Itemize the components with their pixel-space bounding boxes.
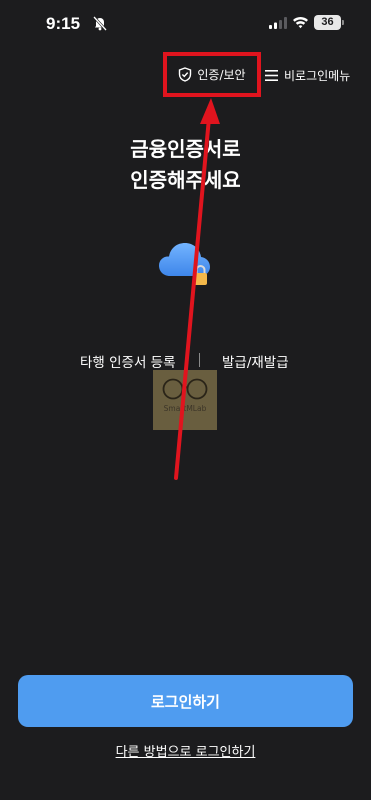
glasses-icon xyxy=(162,378,208,400)
status-bar: 9:15 36 xyxy=(0,0,371,46)
shield-check-icon xyxy=(179,67,192,82)
alternate-login-link[interactable]: 다른 방법으로 로그인하기 xyxy=(0,741,371,760)
bell-off-icon xyxy=(93,16,107,31)
auth-security-label: 인증/보안 xyxy=(197,68,246,82)
link-divider xyxy=(199,353,200,367)
register-other-bank-cert-link[interactable]: 타행 인증서 등록 xyxy=(80,351,176,371)
title-line-1: 금융인증서로 xyxy=(130,137,241,161)
login-button[interactable]: 로그인하기 xyxy=(18,675,353,727)
watermark-text: SmartMLab xyxy=(163,404,207,413)
guest-menu-label: 비로그인메뉴 xyxy=(284,68,351,83)
watermark-logo: SmartMLab xyxy=(153,370,217,430)
issue-reissue-link[interactable]: 발급/재발급 xyxy=(222,351,289,371)
status-time: 9:15 xyxy=(46,14,81,33)
guest-menu-button[interactable]: 비로그인메뉴 xyxy=(265,64,350,86)
page-title: 금융인증서로 인증해주세요 xyxy=(0,134,371,196)
top-actions: 인증/보안 비로그인메뉴 xyxy=(0,52,371,97)
cloud-lock-icon xyxy=(159,243,210,285)
title-line-2: 인증해주세요 xyxy=(130,168,241,192)
signal-icon xyxy=(269,17,287,29)
battery-tip xyxy=(342,20,344,25)
battery-icon: 36 xyxy=(314,15,341,30)
certificate-links: 타행 인증서 등록 발급/재발급 xyxy=(0,349,371,371)
auth-security-button[interactable]: 인증/보안 xyxy=(163,52,261,97)
wifi-icon xyxy=(293,17,308,29)
hamburger-menu-icon xyxy=(265,69,278,81)
